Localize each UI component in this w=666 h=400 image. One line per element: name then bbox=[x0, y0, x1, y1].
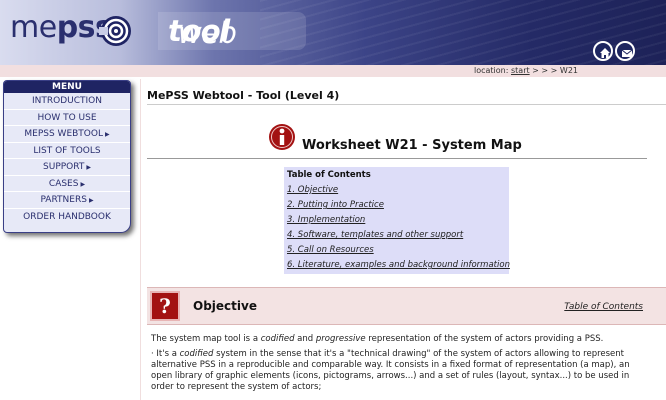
question-glyph: ? bbox=[159, 294, 171, 318]
toc-link-literature[interactable]: 6. Literature, examples and background i… bbox=[287, 258, 510, 273]
menu-item-label: ORDER HANDBOOK bbox=[23, 211, 111, 222]
menu-item-label: LIST OF TOOLS bbox=[33, 145, 101, 156]
menu-item-introduction[interactable]: INTRODUCTION bbox=[4, 93, 130, 110]
menu-title: MENU bbox=[4, 81, 130, 93]
toc-link-software[interactable]: 4. Software, templates and other support bbox=[287, 228, 506, 243]
toc-title: Table of Contents bbox=[287, 170, 371, 180]
breadcrumb-start-link[interactable]: start bbox=[511, 66, 530, 75]
question-icon: ? bbox=[150, 291, 180, 321]
sidebar-menu: MENU INTRODUCTION HOW TO USE MEPSS WEBTO… bbox=[3, 80, 131, 233]
menu-item-label: HOW TO USE bbox=[37, 112, 97, 123]
text-run-italic: progressive bbox=[315, 334, 366, 344]
title-divider bbox=[147, 104, 666, 105]
webtool-banner: web tool bbox=[158, 12, 306, 50]
menu-item-list-of-tools[interactable]: LIST OF TOOLS bbox=[4, 143, 130, 159]
objective-paragraph-2: · It's a codified system in the sense th… bbox=[151, 349, 651, 393]
submenu-arrow-icon: ▶ bbox=[86, 164, 91, 171]
breadcrumb-trail: > > > W21 bbox=[532, 66, 578, 75]
toc-link-implementation[interactable]: 3. Implementation bbox=[287, 213, 506, 228]
breadcrumb-prefix: location: bbox=[474, 66, 509, 75]
objective-heading: Objective bbox=[193, 299, 257, 313]
breadcrumb: location: start > > > W21 bbox=[474, 65, 578, 77]
submenu-arrow-icon: ▶ bbox=[80, 180, 86, 188]
toc-link-putting-into-practice[interactable]: 2. Putting into Practice bbox=[287, 198, 506, 213]
site-header: mepss web tool bbox=[0, 0, 666, 65]
submenu-arrow-icon: ▶ bbox=[88, 197, 94, 204]
menu-item-order-handbook[interactable]: ORDER HANDBOOK bbox=[4, 209, 130, 226]
mepss-logo[interactable]: mepss bbox=[10, 10, 113, 45]
logo-text-light: me bbox=[10, 10, 57, 45]
back-to-toc-link[interactable]: Table of Contents bbox=[564, 302, 643, 312]
menu-item-label: MEPSS WEBTOOL bbox=[24, 129, 103, 139]
text-run: representation of the system of actors p… bbox=[365, 334, 604, 344]
table-of-contents: Table of Contents 1. Objective 2. Puttin… bbox=[284, 167, 510, 274]
worksheet-divider bbox=[147, 158, 647, 159]
menu-item-partners[interactable]: PARTNERS ▶ bbox=[4, 192, 130, 209]
text-run: and bbox=[294, 334, 316, 344]
logo-swirl-icon bbox=[99, 16, 131, 46]
menu-item-label: PARTNERS bbox=[40, 195, 87, 205]
text-run-italic: codified bbox=[179, 349, 214, 359]
text-run: The system map tool is a bbox=[151, 334, 261, 344]
text-run: · It's a bbox=[151, 349, 180, 359]
menu-item-support[interactable]: SUPPORT ▶ bbox=[4, 159, 130, 176]
home-glyph bbox=[600, 48, 610, 58]
mail-glyph bbox=[621, 49, 633, 57]
toc-link-objective[interactable]: 1. Objective bbox=[287, 183, 506, 198]
mail-icon[interactable] bbox=[615, 41, 635, 61]
webtool-text: web tool bbox=[168, 14, 237, 50]
objective-paragraph-1: The system map tool is a codified and pr… bbox=[151, 334, 651, 345]
menu-item-label: INTRODUCTION bbox=[32, 96, 102, 106]
menu-item-label: SUPPORT bbox=[43, 162, 85, 172]
menu-item-label: CASES bbox=[48, 178, 79, 189]
menu-item-how-to-use[interactable]: HOW TO USE bbox=[4, 110, 130, 126]
page-title: MePSS Webtool - Tool (Level 4) bbox=[147, 89, 340, 102]
webtool-light: web bbox=[178, 16, 237, 50]
toc-link-call-on-resources[interactable]: 5. Call on Resources bbox=[287, 243, 506, 258]
home-icon[interactable] bbox=[593, 41, 613, 61]
text-run-italic: codified bbox=[260, 334, 295, 344]
text-run: system in the sense that it's a "technic… bbox=[151, 349, 630, 392]
menu-item-mepss-webtool[interactable]: MEPSS WEBTOOL ▶ bbox=[4, 126, 130, 143]
menu-item-cases[interactable]: CASES ▶ bbox=[4, 176, 130, 192]
submenu-arrow-icon: ▶ bbox=[104, 131, 110, 138]
worksheet-title: Worksheet W21 - System Map bbox=[302, 138, 522, 153]
info-icon bbox=[269, 124, 295, 150]
